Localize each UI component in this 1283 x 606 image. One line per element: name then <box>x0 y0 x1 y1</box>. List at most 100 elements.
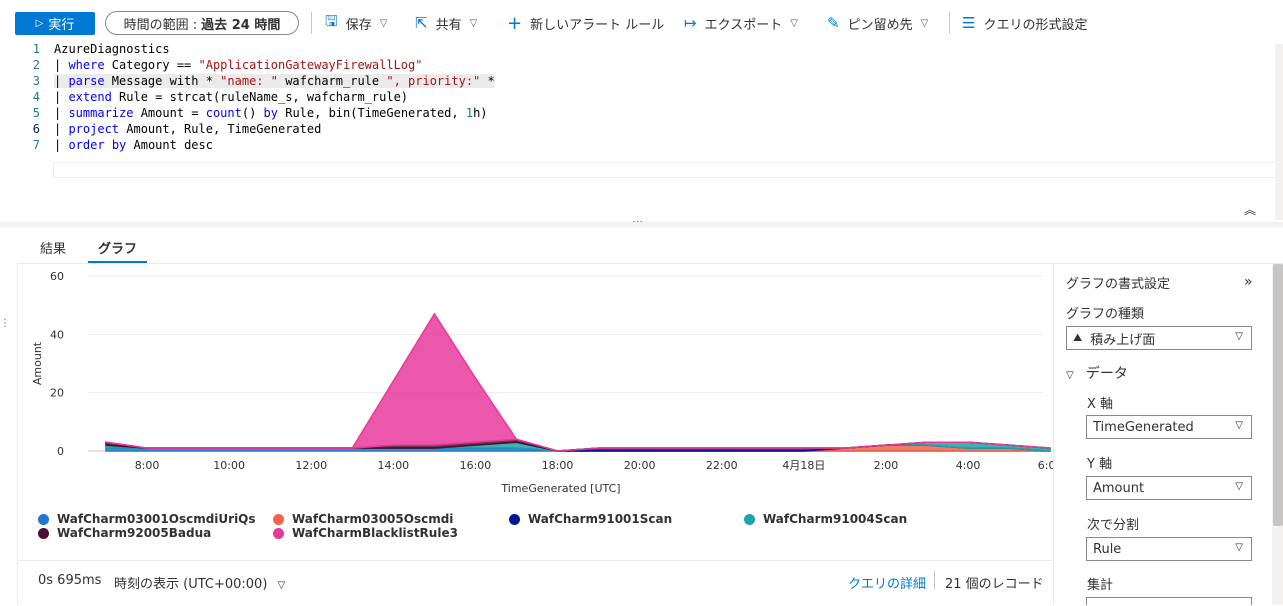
y-tick-label: 0 <box>57 445 64 458</box>
legend-label: WafCharmBlacklistRule3 <box>292 526 458 540</box>
status-separator <box>934 571 935 589</box>
code-line: | parse Message with * "name: " wafcharm… <box>54 74 495 88</box>
aggregate-dropdown[interactable] <box>1086 597 1252 605</box>
line-number: 4 <box>32 90 40 104</box>
time-display-dropdown[interactable]: 時刻の表示 (UTC+00:00) ▽ <box>114 573 285 592</box>
legend-label: WafCharm03001OscmdiUriQs <box>57 512 256 526</box>
code-line: | summarize Amount = count() by Rule, bi… <box>54 106 488 120</box>
pin-button[interactable]: ✎ ピン留め先 ▽ <box>827 13 928 33</box>
editor-results-divider[interactable] <box>0 222 1283 227</box>
query-details-link[interactable]: クエリの詳細 <box>848 573 926 592</box>
legend-label: WafCharm91001Scan <box>528 512 673 526</box>
plus-icon: + <box>507 12 523 34</box>
chart-type-value: 積み上げ面 <box>1090 332 1156 348</box>
legend-dot <box>509 513 520 525</box>
editor-scrollbar[interactable] <box>1275 44 1283 220</box>
x-tick-label: 10:00 <box>213 459 245 472</box>
x-tick-label: 22:00 <box>706 459 738 472</box>
chevron-down-icon: ▽ <box>920 17 929 29</box>
query-toolbar: ▷ 実行 時間の範囲 : 過去 24 時間 🖫 保存 ▽ ⇱ 共有 ▽ + 新し… <box>0 0 1283 44</box>
chevron-down-icon: ▽ <box>1235 481 1243 492</box>
y-tick-label: 60 <box>50 270 64 283</box>
time-range-button[interactable]: 時間の範囲 : 過去 24 時間 <box>105 11 299 35</box>
save-icon: 🖫 <box>325 11 338 30</box>
chevron-down-icon: ▽ <box>1235 542 1243 553</box>
data-section-label: データ <box>1085 366 1128 382</box>
legend-item[interactable]: WafCharmBlacklistRule3 <box>273 526 458 540</box>
toolbar-separator <box>311 12 312 34</box>
legend-item[interactable]: WafCharm91004Scan <box>744 512 907 526</box>
legend-dot <box>744 513 755 525</box>
save-button[interactable]: 🖫 保存 ▽ <box>325 11 388 33</box>
share-label: 共有 <box>435 17 462 33</box>
chevron-down-icon: ▽ <box>790 17 798 29</box>
data-section-toggle[interactable]: ▽ データ <box>1066 363 1128 383</box>
legend-label: WafCharm92005Badua <box>57 526 212 540</box>
line-number: 6 <box>32 122 40 136</box>
new-alert-rule-button[interactable]: + 新しいアラート ルール <box>507 12 664 34</box>
export-button[interactable]: ↦ エクスポート ▽ <box>684 13 798 33</box>
y-axis-label: Amount <box>31 341 44 385</box>
toolbar-separator <box>949 12 950 34</box>
y-tick-label: 20 <box>50 387 64 400</box>
x-tick-label: 4月18日 <box>782 459 825 472</box>
query-editor[interactable]: 1 2 3 4 5 6 7 AzureDiagnostics | where C… <box>0 40 1283 222</box>
x-tick-label: 20:00 <box>624 459 656 472</box>
share-icon: ⇱ <box>415 14 428 32</box>
legend-label: WafCharm03005Oscmdi <box>292 512 454 526</box>
panel-scrollbar-thumb[interactable] <box>1273 264 1283 526</box>
legend-item[interactable]: WafCharm03005Oscmdi <box>273 512 453 526</box>
x-axis-dropdown[interactable]: TimeGenerated ▽ <box>1086 415 1252 439</box>
pin-label: ピン留め先 <box>847 17 913 33</box>
line-number: 1 <box>32 42 40 56</box>
save-label: 保存 <box>345 17 372 33</box>
share-button[interactable]: ⇱ 共有 ▽ <box>415 13 477 33</box>
line-number: 5 <box>32 106 40 120</box>
code-line: | where Category == "ApplicationGatewayF… <box>54 58 423 72</box>
line-number: 3 <box>32 74 40 88</box>
line-number: 7 <box>32 138 40 152</box>
tab-results[interactable]: 結果 <box>40 232 66 261</box>
x-tick-label: 14:00 <box>377 459 409 472</box>
results-tabs: 結果 グラフ <box>18 232 169 263</box>
legend-item[interactable]: WafCharm92005Badua <box>38 526 211 540</box>
pin-icon: ✎ <box>827 14 840 32</box>
run-button[interactable]: ▷ 実行 <box>15 12 95 35</box>
current-line-highlight <box>53 162 1277 178</box>
collapse-editor-icon[interactable]: ︽ <box>1244 201 1256 218</box>
chevron-down-icon: ▽ <box>1066 370 1074 381</box>
chevron-down-icon: ▽ <box>469 17 478 29</box>
split-by-dropdown[interactable]: Rule ▽ <box>1086 537 1252 561</box>
chevron-down-icon: ▽ <box>1235 331 1243 342</box>
export-arrow-icon: ↦ <box>684 14 697 32</box>
y-axis-label: Y 軸 <box>1087 457 1113 472</box>
play-icon: ▷ <box>35 18 44 29</box>
double-chevron-right-icon[interactable]: » <box>1244 274 1253 290</box>
x-tick-label: 18:00 <box>542 459 574 472</box>
format-lines-icon: ☰ <box>962 14 976 32</box>
y-tick-label: 40 <box>50 328 64 341</box>
code-line: | project Amount, Rule, TimeGenerated <box>54 122 322 136</box>
chart-type-dropdown[interactable]: ⛰ 積み上げ面 ▽ <box>1066 326 1252 350</box>
chevron-down-icon: ▽ <box>1235 420 1243 431</box>
legend-item[interactable]: WafCharm91001Scan <box>509 512 672 526</box>
chart-format-panel: グラフの書式設定 » グラフの種類 ⛰ 積み上げ面 ▽ ▽ データ X 軸 Ti… <box>1053 264 1283 605</box>
legend-dot <box>273 527 284 539</box>
legend-item[interactable]: WafCharm03001OscmdiUriQs <box>38 512 256 526</box>
format-query-label: クエリの形式設定 <box>983 17 1088 33</box>
left-collapse-handle[interactable]: ⋮ <box>0 318 10 329</box>
x-tick-label: 6:00 <box>1038 459 1053 472</box>
panel-scrollbar[interactable] <box>1272 264 1283 605</box>
legend-label: WafCharm91004Scan <box>763 512 908 526</box>
x-axis-value: TimeGenerated <box>1093 419 1194 435</box>
tab-chart[interactable]: グラフ <box>88 232 148 263</box>
aggregate-label: 集計 <box>1087 578 1114 593</box>
stacked-area-chart: 0 20 40 60 Amount 8:00 10:00 12:00 14:00 16:00 18:… <box>31 270 1063 495</box>
format-query-button[interactable]: ☰ クエリの形式設定 <box>962 13 1087 33</box>
chevron-down-icon: ▽ <box>277 580 286 591</box>
y-axis-dropdown[interactable]: Amount ▽ <box>1086 476 1252 500</box>
line-number: 2 <box>32 58 40 72</box>
legend-dot <box>273 513 284 525</box>
record-count: 21 個のレコード <box>945 577 1044 592</box>
chevron-down-icon: ▽ <box>379 17 388 29</box>
